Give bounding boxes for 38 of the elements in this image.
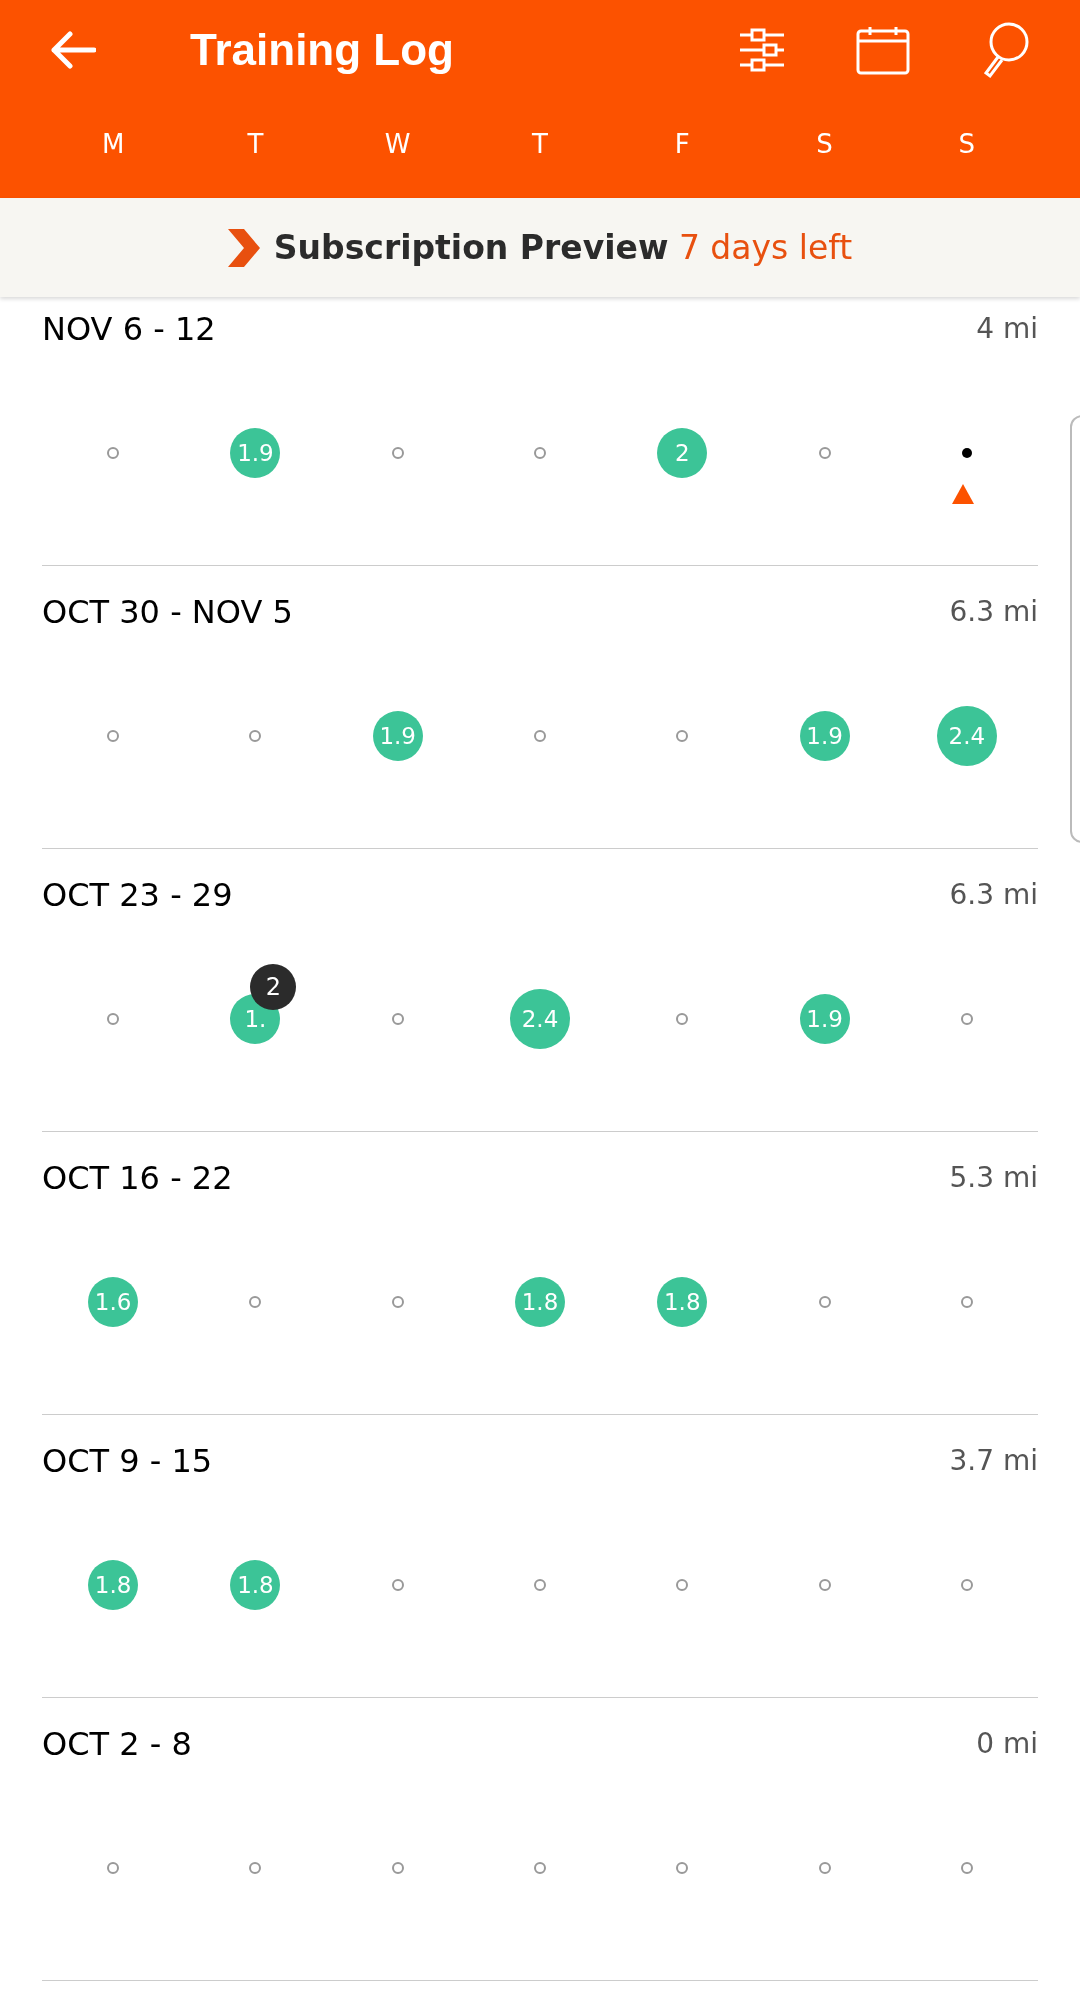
- activity-bubble[interactable]: 1.9: [372, 711, 423, 761]
- weekday-label: M: [100, 127, 126, 161]
- activity-bubble[interactable]: 2: [657, 428, 708, 478]
- week-distance: 6.3 mi: [949, 594, 1038, 630]
- activity-count-badge: 2: [250, 964, 297, 1010]
- week-range: OCT 30 - NOV 5: [42, 592, 293, 633]
- sliders-icon[interactable]: [738, 28, 786, 72]
- week-distance: 6.3 mi: [949, 877, 1038, 913]
- activity-bubble[interactable]: 1.8: [88, 1560, 139, 1610]
- back-arrow-icon[interactable]: [50, 30, 96, 70]
- activity-bubble[interactable]: 1.6: [88, 1277, 139, 1327]
- week-range: OCT 9 - 15: [42, 1441, 213, 1482]
- week-distance: 5.3 mi: [949, 1160, 1038, 1196]
- week-range: NOV 6 - 12: [42, 309, 216, 350]
- week-distance: 0 mi: [976, 1726, 1038, 1762]
- calendar-icon[interactable]: [856, 25, 910, 75]
- week-distance: 3.7 mi: [949, 1443, 1038, 1479]
- activity-bubble[interactable]: 2.4: [936, 706, 997, 766]
- week-range: OCT 23 - 29: [42, 875, 233, 916]
- page-title: Training Log: [190, 24, 454, 76]
- weekday-label: T: [531, 127, 549, 161]
- weekday-label: S: [957, 127, 977, 161]
- week-distance: 4 mi: [976, 311, 1038, 347]
- activity-bubble[interactable]: 1.8: [515, 1277, 565, 1327]
- today-marker-icon: [951, 484, 974, 504]
- week-range: OCT 2 - 8: [42, 1724, 192, 1765]
- activity-bubble[interactable]: 1.9: [799, 711, 850, 761]
- activity-bubble[interactable]: 1.9: [799, 994, 850, 1044]
- weekday-label: S: [815, 127, 834, 161]
- activity-bubble[interactable]: 1.9: [230, 428, 281, 478]
- weekday-label: F: [673, 127, 691, 161]
- activity-bubble[interactable]: 1.8: [230, 1560, 281, 1610]
- weekday-label: T: [246, 127, 265, 161]
- weekday-label: W: [383, 127, 412, 161]
- activity-bubble[interactable]: 1.8: [657, 1277, 708, 1327]
- chevron-icon: [227, 228, 260, 267]
- activity-bubble[interactable]: 2.4: [510, 989, 570, 1049]
- week-range: OCT 16 - 22: [42, 1158, 233, 1199]
